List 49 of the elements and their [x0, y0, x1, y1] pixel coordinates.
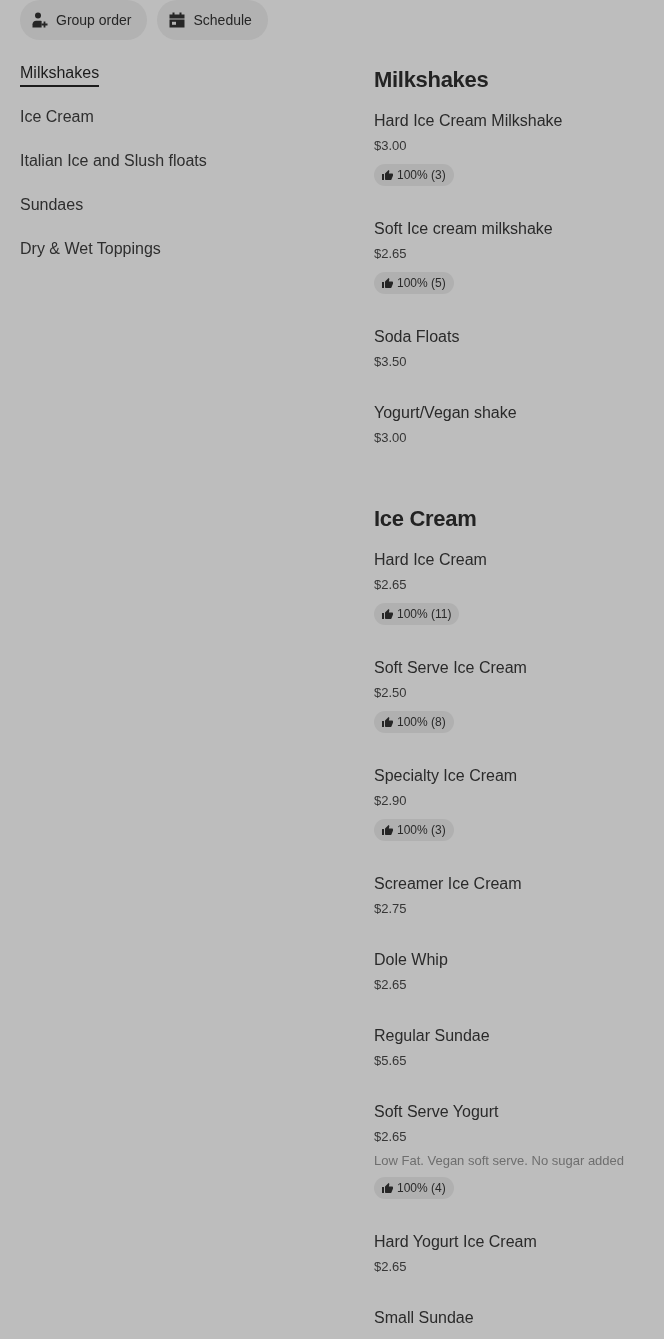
rating-text: 100% (3) — [397, 168, 446, 182]
thumbs-up-icon — [382, 170, 393, 180]
group-order-button[interactable]: Group order — [20, 0, 148, 40]
item-price: $2.65 — [374, 976, 407, 994]
category-tab[interactable]: Ice Cream — [20, 106, 94, 131]
section-heading: Milkshakes — [374, 66, 490, 94]
category-tab[interactable]: Sundaes — [20, 194, 84, 219]
rating-text: 100% (4) — [397, 1181, 446, 1195]
item-price: $2.65 — [374, 245, 407, 263]
item-name[interactable]: Specialty Ice Cream — [374, 764, 518, 788]
item-name[interactable]: Soft Ice cream milkshake — [374, 217, 553, 241]
thumbs-up-icon — [382, 609, 393, 619]
item-name[interactable]: Dole Whip — [374, 948, 448, 972]
person-plus-icon — [32, 12, 48, 28]
schedule-button[interactable]: Schedule — [157, 0, 268, 40]
category-tab[interactable]: Italian Ice and Slush floats — [20, 150, 207, 175]
item-name[interactable]: Hard Ice Cream — [374, 548, 487, 572]
item-name[interactable]: Soda Floats — [374, 325, 460, 349]
rating-text: 100% (5) — [397, 276, 446, 290]
section-heading: Ice Cream — [374, 505, 478, 533]
item-price: $3.00 — [374, 137, 407, 155]
thumbs-up-icon — [382, 825, 393, 835]
item-name[interactable]: Soft Serve Ice Cream — [374, 656, 527, 680]
item-price: $2.65 — [374, 1128, 407, 1146]
rating-text: 100% (11) — [397, 607, 452, 621]
item-price: $2.65 — [374, 1258, 407, 1276]
item-name[interactable]: Yogurt/Vegan shake — [374, 401, 517, 425]
category-tab[interactable]: Dry & Wet Toppings — [20, 238, 161, 263]
item-name[interactable]: Hard Ice Cream Milkshake — [374, 109, 563, 133]
thumbs-up-icon — [382, 1183, 393, 1193]
item-name[interactable]: Screamer Ice Cream — [374, 872, 522, 896]
rating-text: 100% (8) — [397, 715, 446, 729]
calendar-icon — [169, 12, 186, 28]
rating-text: 100% (3) — [397, 823, 446, 837]
item-price: $2.75 — [374, 900, 407, 918]
item-name[interactable]: Soft Serve Yogurt — [374, 1100, 499, 1124]
item-price: $3.00 — [374, 429, 407, 447]
item-name[interactable]: Hard Yogurt Ice Cream — [374, 1230, 537, 1254]
item-description: Low Fat. Vegan soft serve. No sugar added — [374, 1152, 625, 1170]
category-tab[interactable]: Milkshakes — [20, 62, 100, 87]
item-price: $5.65 — [374, 1052, 407, 1070]
item-price: $2.50 — [374, 684, 407, 702]
item-name[interactable]: Regular Sundae — [374, 1024, 490, 1048]
item-price: $2.90 — [374, 792, 407, 810]
item-price: $2.65 — [374, 576, 407, 594]
item-name[interactable]: Small Sundae — [374, 1306, 474, 1330]
thumbs-up-icon — [382, 278, 393, 288]
item-price: $3.50 — [374, 353, 407, 371]
thumbs-up-icon — [382, 717, 393, 727]
